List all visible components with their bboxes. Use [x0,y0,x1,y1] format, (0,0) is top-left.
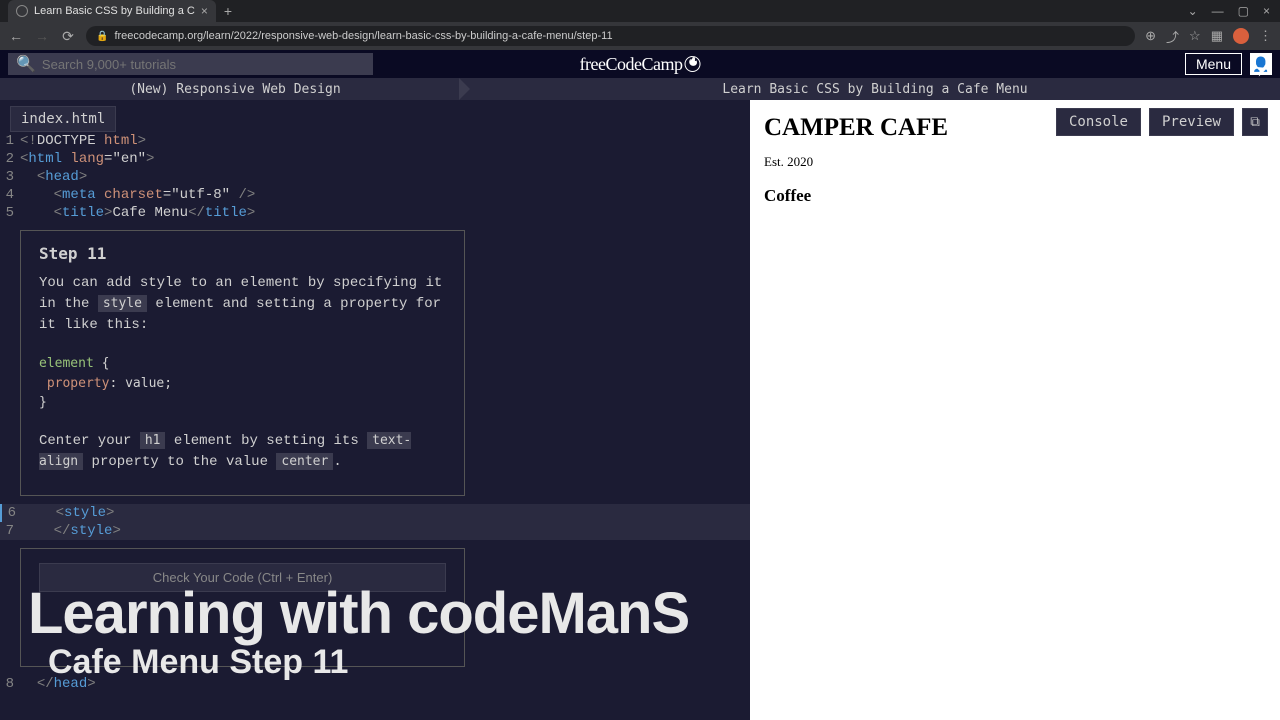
tab-title: Learn Basic CSS by Building a C [34,5,195,17]
fcc-header: 🔍 freeCodeCamp Menu 👤 [0,50,1280,78]
url-text: freecodecamp.org/learn/2022/responsive-w… [114,30,612,42]
step-title: Step 11 [39,245,446,263]
fire-icon [684,56,700,72]
browser-toolbar: ← → ⟳ 🔒 freecodecamp.org/learn/2022/resp… [0,22,1280,50]
browser-chrome: Learn Basic CSS by Building a C × + ⌄ ― … [0,0,1280,50]
search-input[interactable] [42,57,365,72]
main-area: index.html 1<!DOCTYPE html> 2<html lang=… [0,100,1280,720]
course-lesson: Learn Basic CSS by Building a Cafe Menu [470,78,1280,100]
new-window-icon[interactable]: ⧉ [1242,108,1268,136]
tab-favicon-icon [16,5,28,17]
window-controls: ⌄ ― ▢ × [1188,4,1280,18]
code-example: element { property: value; } [39,354,446,413]
maximize-icon[interactable]: ▢ [1238,4,1249,18]
toolbar-right: ⊕ ⤴ ☆ ▦ ⋮ [1145,27,1272,46]
instruction-para2: Center your h1 element by setting its te… [39,431,446,473]
menu-button[interactable]: Menu [1185,53,1242,75]
search-box[interactable]: 🔍 [8,53,373,75]
preview-est: Est. 2020 [764,154,1266,170]
browser-tab[interactable]: Learn Basic CSS by Building a C × [8,0,216,22]
instruction-box: Step 11 You can add style to an element … [20,230,465,496]
minimize-icon[interactable]: ― [1212,4,1224,18]
chevron-right-icon [459,78,470,100]
lock-icon: 🔒 [96,31,108,42]
fcc-logo[interactable]: freeCodeCamp [580,54,701,75]
forward-button: → [34,28,50,44]
tab-close-icon[interactable]: × [201,4,208,18]
code-editor[interactable]: 1<!DOCTYPE html> 2<html lang="en"> 3 <he… [0,132,750,720]
check-code-button[interactable]: Check Your Code (Ctrl + Enter) [39,563,446,592]
share-icon[interactable]: ⤴ [1166,27,1179,46]
course-track[interactable]: (New) Responsive Web Design [0,78,470,100]
zoom-icon[interactable]: ⊕ [1145,28,1156,44]
file-tab-row: index.html [0,100,750,132]
reload-button[interactable]: ⟳ [60,28,76,45]
close-icon[interactable]: × [1263,4,1270,18]
back-button[interactable]: ← [8,28,24,44]
file-tab[interactable]: index.html [10,106,116,132]
course-row: (New) Responsive Web Design Learn Basic … [0,78,1280,100]
extensions-icon[interactable]: ▦ [1211,28,1223,44]
search-icon: 🔍 [16,54,36,74]
new-tab-button[interactable]: + [224,3,232,19]
view-buttons: Console Preview ⧉ [1056,108,1268,136]
kebab-icon[interactable]: ⋮ [1259,28,1272,44]
console-button[interactable]: Console [1056,108,1141,136]
editor-panel: index.html 1<!DOCTYPE html> 2<html lang=… [0,100,750,720]
preview-panel: CAMPER CAFE Est. 2020 Coffee [750,100,1280,720]
feedback-box: Check Your Code (Ctrl + Enter) [20,548,465,667]
preview-h2: Coffee [764,186,1266,206]
tab-bar: Learn Basic CSS by Building a C × + ⌄ ― … [0,0,1280,22]
url-bar[interactable]: 🔒 freecodecamp.org/learn/2022/responsive… [86,26,1135,46]
chevron-down-icon[interactable]: ⌄ [1188,4,1198,18]
instruction-para1: You can add style to an element by speci… [39,273,446,336]
star-icon[interactable]: ☆ [1189,28,1201,44]
preview-button[interactable]: Preview [1149,108,1234,136]
profile-avatar[interactable] [1233,28,1249,44]
